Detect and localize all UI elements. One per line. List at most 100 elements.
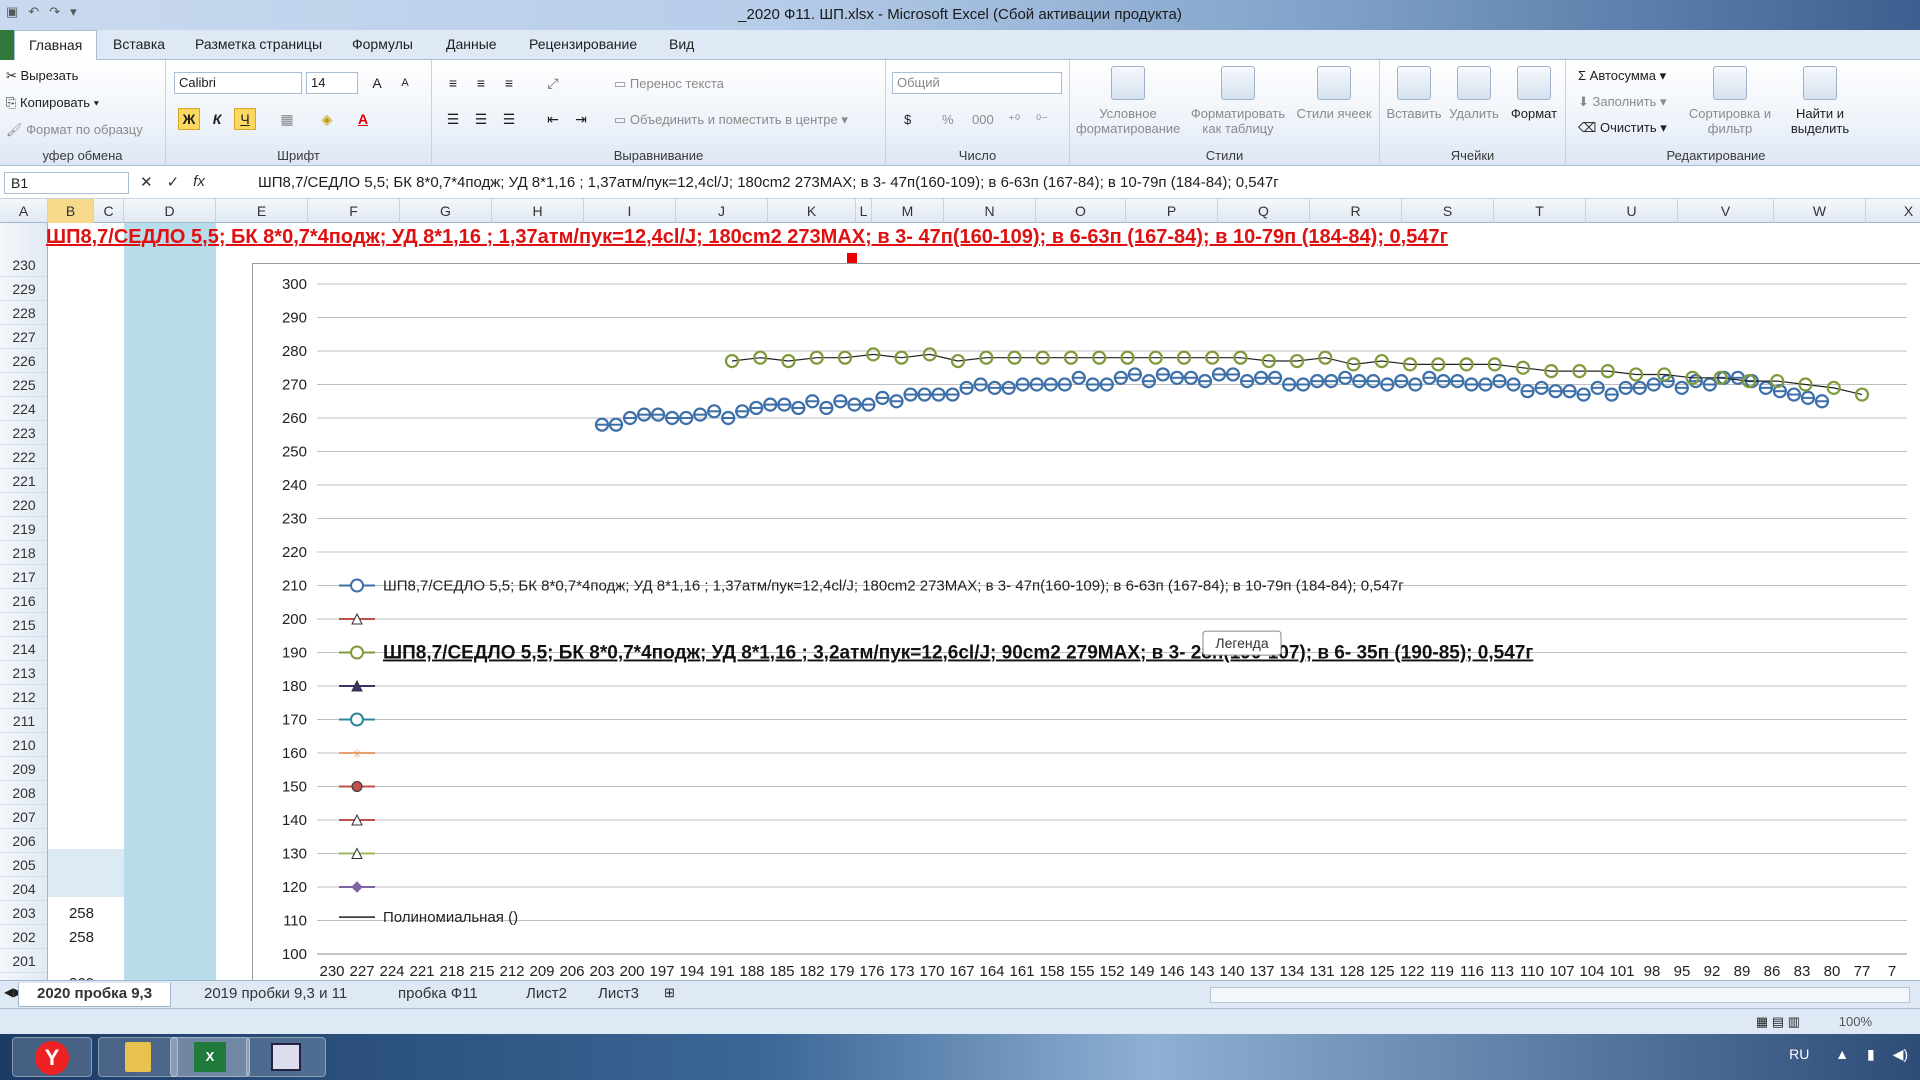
file-tab[interactable] <box>0 30 14 60</box>
selection-handle[interactable] <box>847 253 857 263</box>
row-header-213[interactable]: 213 <box>0 661 47 685</box>
row-header-208[interactable]: 208 <box>0 781 47 805</box>
view-buttons[interactable]: ▦ ▤ ▥ <box>1756 1014 1800 1030</box>
row-header-224[interactable]: 224 <box>0 397 47 421</box>
fill-color-icon[interactable]: ◈ <box>316 108 338 130</box>
cell-b203[interactable]: 258 <box>48 905 94 922</box>
app-icon[interactable] <box>246 1037 326 1077</box>
row-header-207[interactable]: 207 <box>0 805 47 829</box>
row-header-218[interactable]: 218 <box>0 541 47 565</box>
orientation-icon[interactable]: ⤢ <box>542 72 564 94</box>
format-painter-button[interactable]: 🖌 Формат по образцу <box>6 122 143 138</box>
row-header-201[interactable]: 201 <box>0 949 47 973</box>
increase-indent-icon[interactable]: ⇥ <box>570 108 592 130</box>
column-header-l[interactable]: L <box>856 199 872 223</box>
find-select-button[interactable]: Найти и выделить <box>1778 66 1862 136</box>
sheet-tab-list2[interactable]: Лист2 <box>508 983 585 1007</box>
percent-button[interactable]: % <box>942 112 954 127</box>
column-header-f[interactable]: F <box>308 199 400 223</box>
column-header-p[interactable]: P <box>1126 199 1218 223</box>
column-header-q[interactable]: Q <box>1218 199 1310 223</box>
fill-button[interactable]: ⬇ Заполнить ▾ <box>1578 94 1666 110</box>
increase-decimal-icon[interactable]: ⁺⁰ <box>1008 112 1020 128</box>
column-header-u[interactable]: U <box>1586 199 1678 223</box>
tab-view[interactable]: Вид <box>669 36 694 52</box>
excel-icon[interactable]: X <box>170 1037 250 1077</box>
column-header-j[interactable]: J <box>676 199 768 223</box>
row-header-228[interactable]: 228 <box>0 301 47 325</box>
merge-center-button[interactable]: ▭ Объединить и поместить в центре ▾ <box>614 112 848 128</box>
row-header-220[interactable]: 220 <box>0 493 47 517</box>
font-color-icon[interactable]: A <box>352 108 374 130</box>
row-header-203[interactable]: 203 <box>0 901 47 925</box>
row-header-227[interactable]: 227 <box>0 325 47 349</box>
row-header-222[interactable]: 222 <box>0 445 47 469</box>
align-bottom-icon[interactable]: ≡ <box>498 72 520 94</box>
align-top-icon[interactable]: ≡ <box>442 72 464 94</box>
row-header-219[interactable]: 219 <box>0 517 47 541</box>
number-format-combo[interactable]: Общий <box>892 72 1062 94</box>
italic-button[interactable]: К <box>206 108 228 130</box>
row-header-212[interactable]: 212 <box>0 685 47 709</box>
column-header-b[interactable]: B <box>48 199 94 223</box>
volume-icon[interactable]: ◀) <box>1893 1046 1908 1062</box>
clear-button[interactable]: ⌫ Очистить ▾ <box>1578 120 1667 136</box>
horizontal-scrollbar[interactable] <box>1210 987 1910 1003</box>
yandex-browser-icon[interactable]: Y <box>12 1037 92 1077</box>
sheet-tab-list3[interactable]: Лист3 <box>580 983 657 1007</box>
decrease-decimal-icon[interactable]: ⁰⁻ <box>1036 112 1048 128</box>
tray-expand-icon[interactable]: ▲ <box>1835 1046 1849 1062</box>
format-cells-button[interactable]: Формат <box>1504 66 1564 121</box>
column-header-d[interactable]: D <box>124 199 216 223</box>
font-name-combo[interactable]: Calibri <box>174 72 302 94</box>
column-header-k[interactable]: K <box>768 199 856 223</box>
column-header-o[interactable]: O <box>1036 199 1126 223</box>
row-header-230[interactable]: 230 <box>0 253 47 277</box>
row-header-206[interactable]: 206 <box>0 829 47 853</box>
column-header-g[interactable]: G <box>400 199 492 223</box>
row-header-229[interactable]: 229 <box>0 277 47 301</box>
row-header-215[interactable]: 215 <box>0 613 47 637</box>
column-header-w[interactable]: W <box>1774 199 1866 223</box>
row-header-221[interactable]: 221 <box>0 469 47 493</box>
font-size-combo[interactable]: 14 <box>306 72 358 94</box>
format-as-table-button[interactable]: Форматировать как таблицу <box>1184 66 1292 136</box>
row-header-200[interactable]: 200 <box>0 973 47 980</box>
name-box[interactable]: B1 <box>4 172 129 194</box>
language-indicator[interactable]: RU <box>1789 1046 1809 1062</box>
currency-button[interactable]: $ <box>904 112 911 127</box>
insert-function-icon[interactable]: fx <box>193 173 205 191</box>
sort-filter-button[interactable]: Сортировка и фильтр <box>1684 66 1776 136</box>
grow-font-icon[interactable]: A <box>366 72 388 94</box>
align-right-icon[interactable]: ☰ <box>498 108 520 130</box>
row-header-209[interactable]: 209 <box>0 757 47 781</box>
cancel-icon[interactable]: ✕ <box>140 173 153 191</box>
column-header-m[interactable]: M <box>872 199 944 223</box>
row-header-210[interactable]: 210 <box>0 733 47 757</box>
column-header-r[interactable]: R <box>1310 199 1402 223</box>
zoom-level[interactable]: 100% <box>1839 1014 1872 1029</box>
borders-icon[interactable]: ▦ <box>276 108 298 130</box>
autosum-button[interactable]: Σ Автосумма ▾ <box>1578 68 1666 84</box>
row-header-217[interactable]: 217 <box>0 565 47 589</box>
tab-review[interactable]: Рецензирование <box>529 36 637 52</box>
column-header-t[interactable]: T <box>1494 199 1586 223</box>
row-header-214[interactable]: 214 <box>0 637 47 661</box>
align-left-icon[interactable]: ☰ <box>442 108 464 130</box>
enter-icon[interactable]: ✓ <box>167 173 180 191</box>
copy-button[interactable]: ⎘ Копировать ▾ <box>6 95 99 111</box>
row-header-205[interactable]: 205 <box>0 853 47 877</box>
row-header-223[interactable]: 223 <box>0 421 47 445</box>
sheet-tab-2020[interactable]: 2020 пробка 9,3 <box>18 983 172 1007</box>
shrink-font-icon[interactable]: A <box>394 72 416 94</box>
column-header-a[interactable]: A <box>0 199 48 223</box>
align-center-icon[interactable]: ☰ <box>470 108 492 130</box>
row-header-226[interactable]: 226 <box>0 349 47 373</box>
header-cell-text[interactable]: ШП8,7/СЕДЛО 5,5; БК 8*0,7*4подж; УД 8*1,… <box>46 226 1448 249</box>
row-header-202[interactable]: 202 <box>0 925 47 949</box>
network-icon[interactable]: ▮ <box>1867 1046 1875 1062</box>
column-header-s[interactable]: S <box>1402 199 1494 223</box>
explorer-icon[interactable] <box>98 1037 178 1077</box>
chart[interactable]: 100 110 120 130 140 150 160 170 180 190 200 210 220 2… <box>252 263 1920 983</box>
row-header-211[interactable]: 211 <box>0 709 47 733</box>
